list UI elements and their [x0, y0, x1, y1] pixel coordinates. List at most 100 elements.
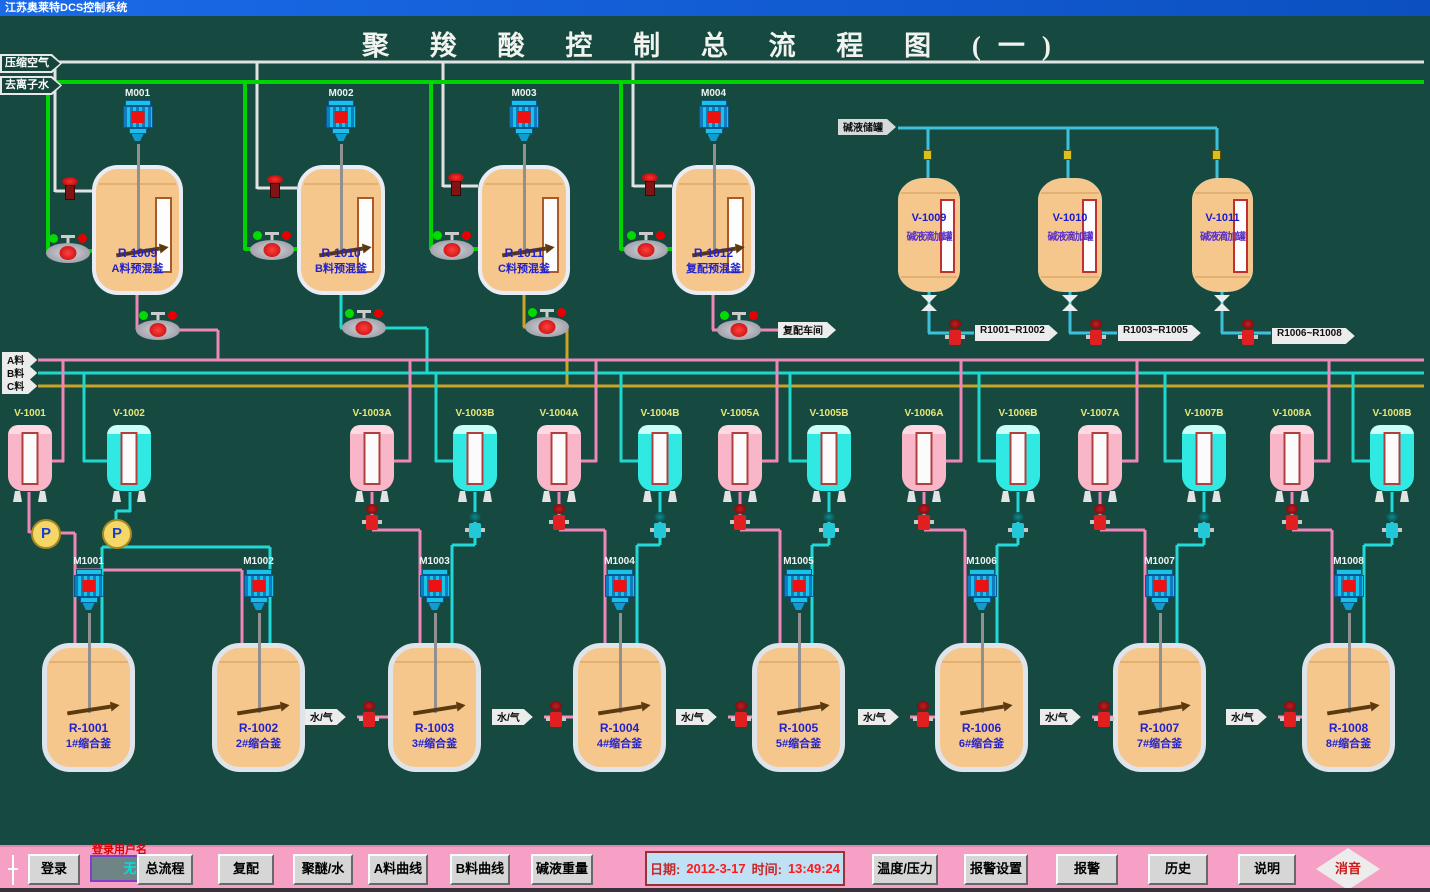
agitator-shaft [88, 613, 91, 713]
feed-tank-body [350, 425, 394, 491]
motor-neck [1340, 597, 1358, 603]
level-gauge [821, 432, 838, 485]
tank-tag: R-1008 [1302, 721, 1395, 735]
reactor-r1002: M1002 R-1002 2#缩合釜 [212, 556, 305, 776]
discharge-valve-icon [717, 320, 761, 340]
tag-di-water-label: 去离子水 [2, 78, 60, 93]
outlet-valve-icon [1062, 295, 1078, 311]
nav-button-a-curve[interactable]: A料曲线 [368, 854, 428, 885]
valve-ball [1386, 512, 1398, 522]
login-button[interactable]: 登录 [28, 854, 80, 885]
agitator-shaft [981, 613, 984, 713]
tank-tag: V-1008A [1270, 408, 1314, 419]
water-gas-valve-icon [361, 701, 377, 727]
button-temp-pressure[interactable]: 温度/压力 [872, 854, 938, 885]
outlet-valve-icon [921, 295, 937, 311]
tank-labels: R-1001 1#缩合釜 [42, 721, 135, 751]
tag-di-water: 去离子水 [0, 76, 62, 95]
valve-ball [356, 321, 373, 335]
valve-ball [553, 504, 565, 514]
dcs-screen: 江苏奥莱特DCS控制系统 聚 羧 酸 控 制 总 流 程 图 (一) 压缩空气 … [0, 0, 1430, 892]
nav-button-b-curve[interactable]: B料曲线 [450, 854, 510, 885]
feed-valve-icon [1010, 512, 1026, 538]
feed-valve-icon [1384, 512, 1400, 538]
valve-body [917, 712, 929, 727]
tank-labels: R-1003 3#缩合釜 [388, 721, 481, 751]
motor-cone [518, 134, 530, 141]
motor-body [74, 575, 104, 597]
tag-alkali-dest-3: R1006~R1008 [1272, 328, 1355, 344]
tank-tag: R-1005 [752, 721, 845, 735]
status-open-dot [528, 308, 537, 317]
motor-indicator [252, 580, 265, 592]
tank-tag: V-1007B [1182, 408, 1226, 419]
water-gas-valve-icon [548, 701, 564, 727]
nav-button-alkali-weight[interactable]: 碱液重量 [531, 854, 593, 885]
tank-tag: V-1010 [1039, 212, 1101, 224]
button-alarm[interactable]: 报警 [1056, 854, 1118, 885]
feed-valve-icon [364, 504, 380, 530]
nav-button-overview[interactable]: 总流程 [137, 854, 193, 885]
valve-body [553, 515, 565, 530]
status-close-dot [168, 311, 177, 320]
agitator-motor-icon [420, 569, 450, 610]
agitator-shaft [1348, 613, 1351, 713]
pump-icon: P [31, 519, 61, 549]
valve-stem [151, 312, 165, 315]
valve-lower [921, 303, 937, 311]
agitator-motor-icon [244, 569, 274, 610]
motor-indicator [82, 580, 95, 592]
motor-body [326, 106, 356, 128]
pipe-premix-outlet-a [136, 290, 779, 360]
valve-ball [638, 243, 655, 257]
valve-stem [639, 232, 653, 235]
nav-button-polyether-water[interactable]: 聚醚/水 [293, 854, 353, 885]
valve-body [65, 185, 75, 200]
valve-body [366, 515, 378, 530]
motor-indicator [1342, 580, 1355, 592]
valve-ball [949, 319, 961, 329]
tank-name: 碱液滴加罐 [899, 228, 959, 243]
agitator-motor-icon [1334, 569, 1364, 610]
tank-tag: R-1002 [212, 721, 305, 735]
level-gauge [551, 432, 568, 485]
agitator-shaft [340, 144, 343, 254]
feed-tank-body [638, 425, 682, 491]
pipe-alkali-main [898, 128, 1217, 180]
motor-neck [129, 128, 147, 134]
motor-neck [973, 597, 991, 603]
motor-body [1334, 575, 1364, 597]
valve-stem [732, 312, 746, 315]
motor-neck [705, 128, 723, 134]
motor-indicator [792, 580, 805, 592]
air-valve-icon [642, 173, 658, 196]
mute-button[interactable]: 消音 [1316, 848, 1380, 890]
valve-ball [1012, 512, 1024, 522]
button-history[interactable]: 历史 [1148, 854, 1208, 885]
nav-button-blend[interactable]: 复配 [218, 854, 274, 885]
pump-icon: P [102, 519, 132, 549]
tank-labels: R-1007 7#缩合釜 [1113, 721, 1206, 751]
button-alarm-settings[interactable]: 报警设置 [964, 854, 1028, 885]
agitator-shaft [1159, 613, 1162, 713]
alkali-tank-v1010: V-1010 碱液滴加罐 [1038, 178, 1102, 292]
status-open-dot [139, 311, 148, 320]
feed-valve-icon [1196, 512, 1212, 538]
valve-stem [445, 232, 459, 235]
tank-tag: V-1005A [718, 408, 762, 419]
motor-neck [332, 128, 350, 134]
alkali-tank-body: V-1011 碱液滴加罐 [1192, 178, 1253, 292]
motor-indicator [335, 111, 348, 123]
level-gauge [916, 432, 933, 485]
tank-name: 2#缩合釜 [212, 735, 305, 751]
page-title: 聚 羧 酸 控 制 总 流 程 图 (一) [0, 24, 1430, 63]
button-help[interactable]: 说明 [1238, 854, 1296, 885]
valve-stem [61, 235, 75, 238]
feed-tank-body [107, 425, 151, 491]
reactor-r1007: M1007 R-1007 7#缩合釜 [1113, 556, 1206, 776]
feed-tank-body [453, 425, 497, 491]
valve-ball [550, 701, 562, 711]
valve-body [550, 712, 562, 727]
valve-body [735, 712, 747, 727]
tank-name: 碱液滴加罐 [1193, 228, 1252, 243]
